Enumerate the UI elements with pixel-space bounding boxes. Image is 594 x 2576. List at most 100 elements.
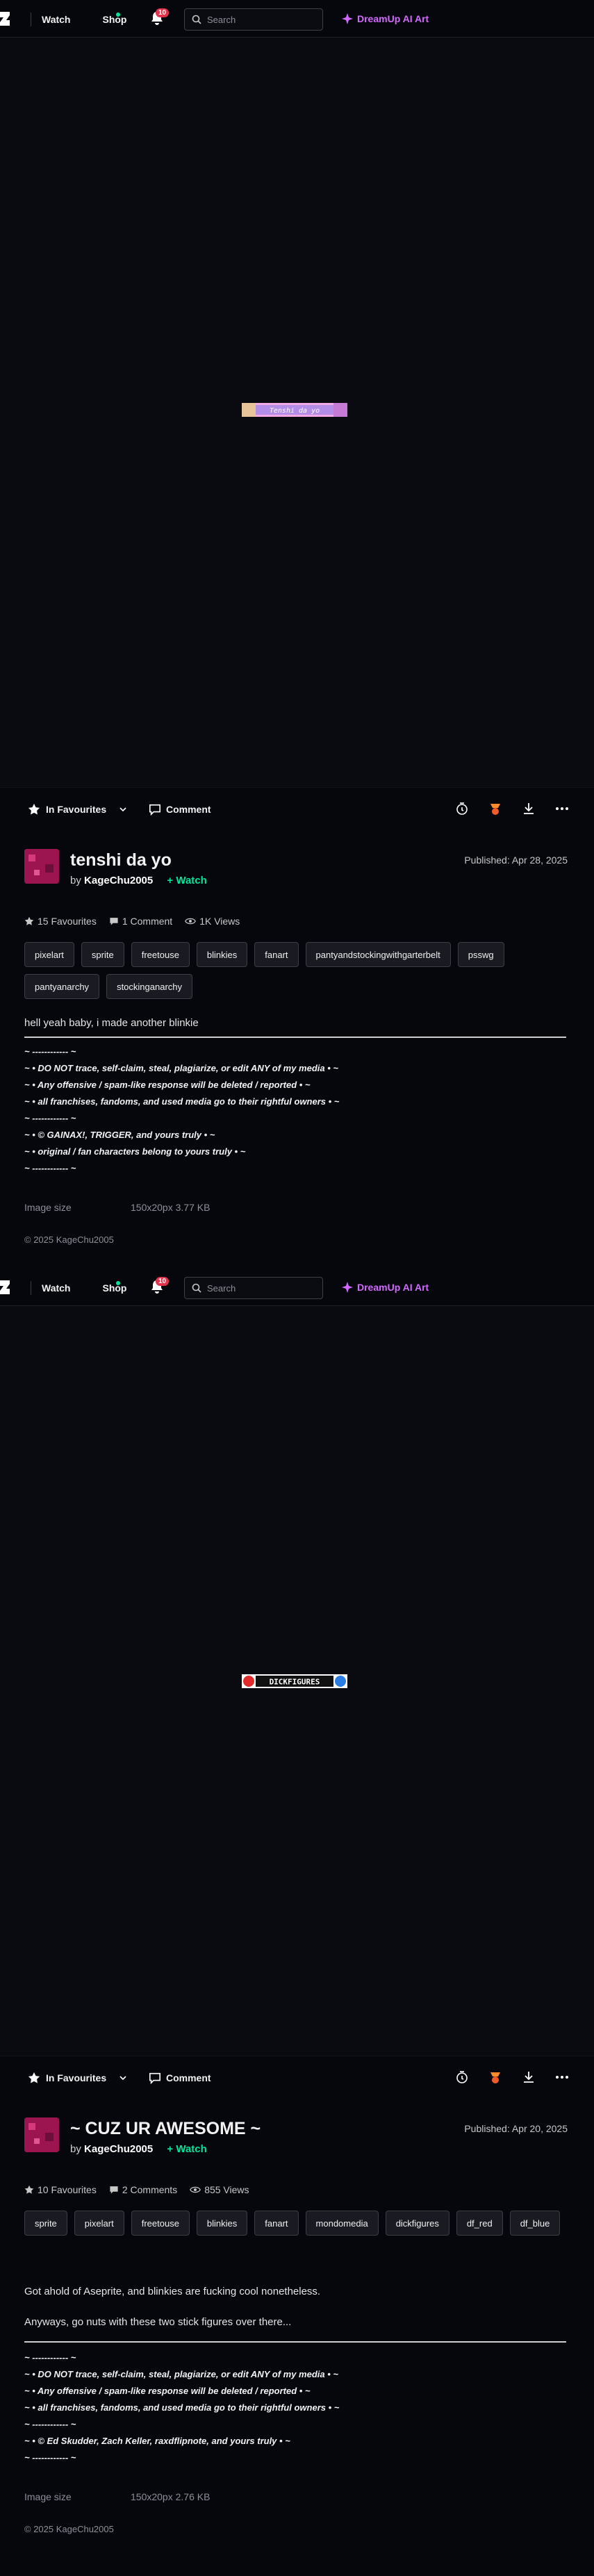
search-input[interactable]: Search [184, 1277, 323, 1299]
watch-label: Watch [176, 2143, 207, 2155]
comment-icon [149, 804, 161, 816]
nav-shop-link[interactable]: Shop [102, 14, 126, 25]
description-line: hell yeah baby, i made another blinkie [24, 1017, 199, 1029]
badge-award-icon[interactable] [455, 802, 469, 816]
deviantart-logo-icon[interactable] [0, 1280, 10, 1294]
nav-shop-link[interactable]: Shop [102, 1282, 126, 1294]
comment-small-icon [110, 918, 118, 925]
tag-chip[interactable]: fanart [254, 2211, 299, 2236]
top-navigation-bar: Watch Shop 10 Search DreamUp AI Art [0, 0, 594, 38]
favourite-button[interactable]: In Favourites [28, 2072, 127, 2084]
description-line: Anyways, go nuts with these two stick fi… [24, 2316, 292, 2328]
comment-icon [149, 2072, 161, 2084]
tag-chip[interactable]: dickfigures [385, 2211, 449, 2236]
favourites-count: 10 Favourites [38, 2184, 97, 2195]
star-icon [28, 803, 40, 815]
comment-button[interactable]: Comment [149, 803, 211, 816]
rules-line: ~ • © Ed Skudder, Zach Keller, raxdflipn… [24, 2436, 290, 2446]
description-line: Got ahold of Aseprite, and blinkies are … [24, 2286, 321, 2297]
nav-watch-link[interactable]: Watch [42, 14, 70, 25]
stats-row: 10 Favourites 2 Comments 855 Views [24, 2184, 249, 2195]
comment-button[interactable]: Comment [149, 2072, 211, 2084]
comment-label: Comment [166, 804, 211, 815]
author-link[interactable]: KageChu2005 [84, 2143, 153, 2155]
image-size-row: Image size 150x20px 2.76 KB [24, 2491, 210, 2502]
tag-chip[interactable]: pixelart [74, 2211, 124, 2236]
rules-block: ~ ------------ ~ ~ • DO NOT trace, self-… [24, 1043, 339, 1177]
watch-label: Watch [176, 875, 207, 886]
download-icon[interactable] [522, 2070, 536, 2084]
badge-award-icon[interactable] [455, 2070, 469, 2084]
watch-author-button[interactable]: + Watch [167, 2143, 206, 2155]
watch-author-button[interactable]: + Watch [167, 875, 206, 886]
give-points-icon[interactable] [488, 802, 502, 816]
tag-chip[interactable]: mondomedia [305, 2211, 379, 2236]
more-options-icon[interactable] [555, 802, 569, 816]
author-link[interactable]: KageChu2005 [84, 875, 153, 886]
tag-chip[interactable]: pixelart [24, 942, 74, 967]
author-avatar[interactable] [24, 849, 59, 884]
search-input[interactable]: Search [184, 8, 323, 31]
author-avatar[interactable] [24, 2117, 59, 2152]
dreamup-link[interactable]: DreamUp AI Art [342, 1282, 429, 1293]
blinkie-artwork[interactable]: Tenshi da yo [242, 403, 347, 417]
tag-chip[interactable]: pantyandstockingwithgarterbelt [305, 942, 451, 967]
tag-chip[interactable]: sprite [81, 942, 124, 967]
star-icon [28, 2072, 40, 2083]
dreamup-label: DreamUp AI Art [357, 13, 429, 24]
favourite-button[interactable]: In Favourites [28, 803, 127, 816]
tag-chip[interactable]: stockinganarchy [106, 974, 193, 999]
tag-chip[interactable]: pantyanarchy [24, 974, 100, 999]
rules-line: ~ ------------ ~ [24, 1163, 76, 1173]
blinkie-artwork[interactable]: DICKFIGURES [242, 1674, 347, 1688]
tag-chip[interactable]: fanart [254, 942, 299, 967]
tag-chip[interactable]: df_red [456, 2211, 503, 2236]
blinkie-text: Tenshi da yo [270, 407, 320, 415]
tag-chip[interactable]: psswg [457, 942, 504, 967]
notifications-count-badge: 10 [156, 8, 170, 17]
byline: by KageChu2005 + Watch [70, 2143, 207, 2155]
chevron-down-icon[interactable] [119, 805, 127, 814]
by-prefix: by [70, 875, 81, 886]
image-size-value: 150x20px 3.77 KB [131, 1202, 211, 1213]
dreamup-link[interactable]: DreamUp AI Art [342, 13, 429, 24]
page-block-2: Watch Shop 10 Search DreamUp AI Art DICK… [0, 1269, 594, 2576]
search-icon [192, 1283, 201, 1293]
rules-block: ~ ------------ ~ ~ • DO NOT trace, self-… [24, 2350, 339, 2466]
chevron-down-icon[interactable] [119, 2074, 127, 2082]
stats-row: 15 Favourites 1 Comment 1K Views [24, 916, 240, 927]
tag-chip[interactable]: freetouse [131, 942, 190, 967]
comment-label: Comment [166, 2072, 211, 2083]
favourite-label: In Favourites [46, 804, 107, 815]
tag-chip[interactable]: blinkies [196, 942, 248, 967]
tag-list: pixelart sprite freetouse blinkies fanar… [24, 942, 573, 999]
page-block-1: Watch Shop 10 Search DreamUp AI Art Tens… [0, 0, 594, 1266]
give-points-icon[interactable] [488, 2070, 502, 2084]
rules-line: ~ • Any offensive / spam-like response w… [24, 1080, 311, 1090]
rules-line: ~ ------------ ~ [24, 2452, 76, 2463]
artwork-stage: Tenshi da yo [0, 38, 594, 788]
nav-watch-link[interactable]: Watch [42, 1282, 70, 1294]
image-size-value: 150x20px 2.76 KB [131, 2491, 211, 2502]
action-bar: In Favourites Comment [0, 2056, 594, 2099]
rules-line: ~ ------------ ~ [24, 1113, 76, 1123]
tag-chip[interactable]: sprite [24, 2211, 67, 2236]
comments-stat: 1 Comment [109, 916, 172, 927]
eye-icon [185, 918, 197, 925]
download-icon[interactable] [522, 802, 536, 816]
rules-line: ~ • DO NOT trace, self-claim, steal, pla… [24, 1063, 338, 1073]
deviantart-logo-icon[interactable] [0, 12, 10, 26]
copyright-text: © 2025 KageChu2005 [24, 2524, 114, 2534]
search-icon [192, 15, 201, 24]
favourites-stat: 10 Favourites [24, 2184, 97, 2195]
tag-chip[interactable]: blinkies [196, 2211, 248, 2236]
views-stat: 1K Views [185, 916, 240, 927]
favourites-stat: 15 Favourites [24, 916, 97, 927]
tag-chip[interactable]: df_blue [509, 2211, 561, 2236]
comments-count: 2 Comments [122, 2184, 178, 2195]
more-options-icon[interactable] [555, 2070, 569, 2084]
tag-chip[interactable]: freetouse [131, 2211, 190, 2236]
rules-line: ~ • all franchises, fandoms, and used me… [24, 2402, 340, 2413]
byline: by KageChu2005 + Watch [70, 875, 207, 886]
image-size-label: Image size [24, 2491, 72, 2502]
